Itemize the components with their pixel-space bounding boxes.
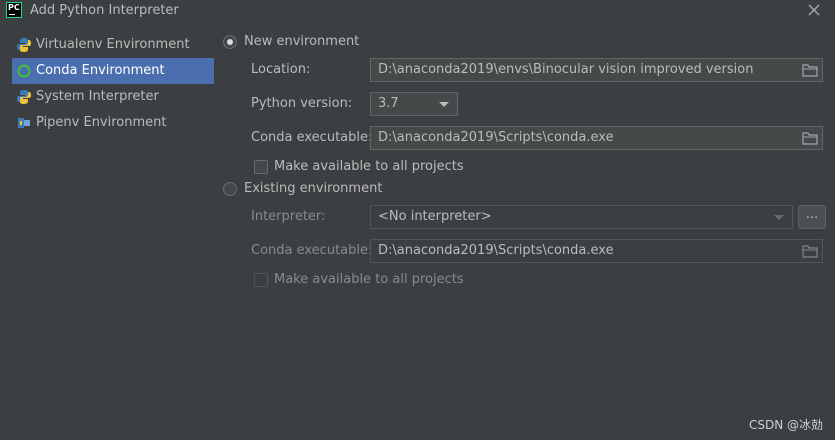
sidebar-item-label: Conda Environment [36,63,165,78]
conda-icon [17,64,31,78]
sidebar-item-conda[interactable]: Conda Environment [12,58,214,84]
sidebar-item-pipenv[interactable]: Pipenv Environment [12,110,214,136]
window-title: Add Python Interpreter [30,3,179,18]
folder-icon[interactable] [802,131,818,145]
existing-conda-executable-field[interactable]: D:\anaconda2019\Scripts\conda.exe [370,239,823,263]
sidebar-item-label: Virtualenv Environment [36,37,190,52]
existing-conda-executable-value: D:\anaconda2019\Scripts\conda.exe [378,243,614,258]
python-version-value: 3.7 [378,96,399,111]
conda-executable-field[interactable]: D:\anaconda2019\Scripts\conda.exe [370,126,823,150]
interpreter-select[interactable]: <No interpreter> [370,205,793,229]
location-value: D:\anaconda2019\envs\Binocular vision im… [378,62,754,77]
chevron-down-icon [439,102,449,107]
python-icon [17,90,31,104]
app-icon-text: PC [8,3,20,12]
new-environment-radio[interactable] [223,35,237,49]
location-label: Location: [251,62,311,77]
interpreter-label: Interpreter: [251,209,326,224]
existing-make-available-label: Make available to all projects [274,272,464,287]
conda-executable-label: Conda executable: [251,130,373,145]
new-environment-label: New environment [244,34,360,49]
interpreter-value: <No interpreter> [378,209,492,224]
existing-make-available-checkbox[interactable] [254,273,268,287]
sidebar-item-system-interpreter[interactable]: System Interpreter [12,84,214,110]
close-button[interactable] [806,2,822,18]
browse-interpreter-button[interactable]: ... [798,205,826,229]
make-available-checkbox[interactable] [254,160,268,174]
folder-icon[interactable] [802,63,818,77]
close-icon [808,4,820,16]
sidebar-item-label: System Interpreter [36,89,159,104]
pipenv-icon [18,118,30,128]
python-icon [17,38,31,52]
existing-environment-radio[interactable] [223,182,237,196]
location-field[interactable]: D:\anaconda2019\envs\Binocular vision im… [370,58,823,82]
python-version-select[interactable]: 3.7 [370,92,458,116]
existing-environment-label: Existing environment [244,181,383,196]
existing-conda-executable-label: Conda executable: [251,243,373,258]
make-available-label: Make available to all projects [274,159,464,174]
pycharm-icon: PC [6,2,22,18]
title-bar: PC Add Python Interpreter [0,0,835,22]
watermark: CSDN @冰勀 [749,418,824,432]
conda-executable-value: D:\anaconda2019\Scripts\conda.exe [378,130,614,145]
folder-icon[interactable] [802,244,818,258]
sidebar-item-virtualenv[interactable]: Virtualenv Environment [12,32,214,58]
python-version-label: Python version: [251,96,353,111]
sidebar-item-label: Pipenv Environment [36,115,167,130]
chevron-down-icon [774,215,784,220]
